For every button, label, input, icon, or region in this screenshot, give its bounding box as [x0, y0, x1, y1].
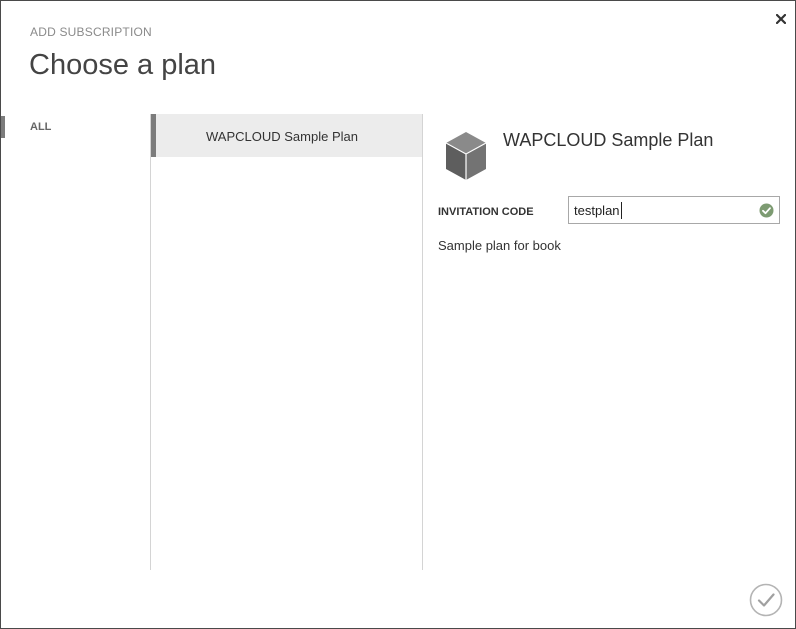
selected-indicator	[151, 114, 156, 157]
text-cursor	[621, 202, 622, 219]
cube-icon	[445, 132, 487, 180]
selected-indicator	[1, 116, 5, 138]
plan-list-item-wapcloud-sample-plan[interactable]: WAPCLOUD Sample Plan	[151, 114, 422, 157]
plan-detail-title: WAPCLOUD Sample Plan	[503, 130, 714, 150]
confirm-button[interactable]	[749, 583, 783, 617]
dialog-eyebrow: ADD SUBSCRIPTION	[30, 25, 152, 39]
plan-list: WAPCLOUD Sample Plan	[150, 114, 423, 570]
invitation-code-field[interactable]	[568, 196, 780, 224]
plan-detail-panel: WAPCLOUD Sample Plan INVITATION CODE Sam…	[422, 114, 795, 570]
add-subscription-dialog: ADD SUBSCRIPTION Choose a plan ALL WAPCL…	[0, 0, 796, 629]
invitation-code-label: INVITATION CODE	[438, 206, 534, 218]
close-icon	[776, 14, 786, 24]
plan-description: Sample plan for book	[438, 238, 561, 253]
checkmark-icon	[749, 583, 783, 617]
page-title: Choose a plan	[29, 49, 217, 81]
plan-list-item-label: WAPCLOUD Sample Plan	[206, 129, 358, 144]
filter-column: ALL	[1, 114, 150, 570]
filter-item-all[interactable]: ALL	[1, 116, 141, 138]
invitation-code-input[interactable]	[574, 201, 744, 219]
checkmark-circle-icon	[759, 203, 774, 218]
filter-item-label: ALL	[30, 121, 52, 133]
close-button[interactable]	[773, 11, 789, 27]
